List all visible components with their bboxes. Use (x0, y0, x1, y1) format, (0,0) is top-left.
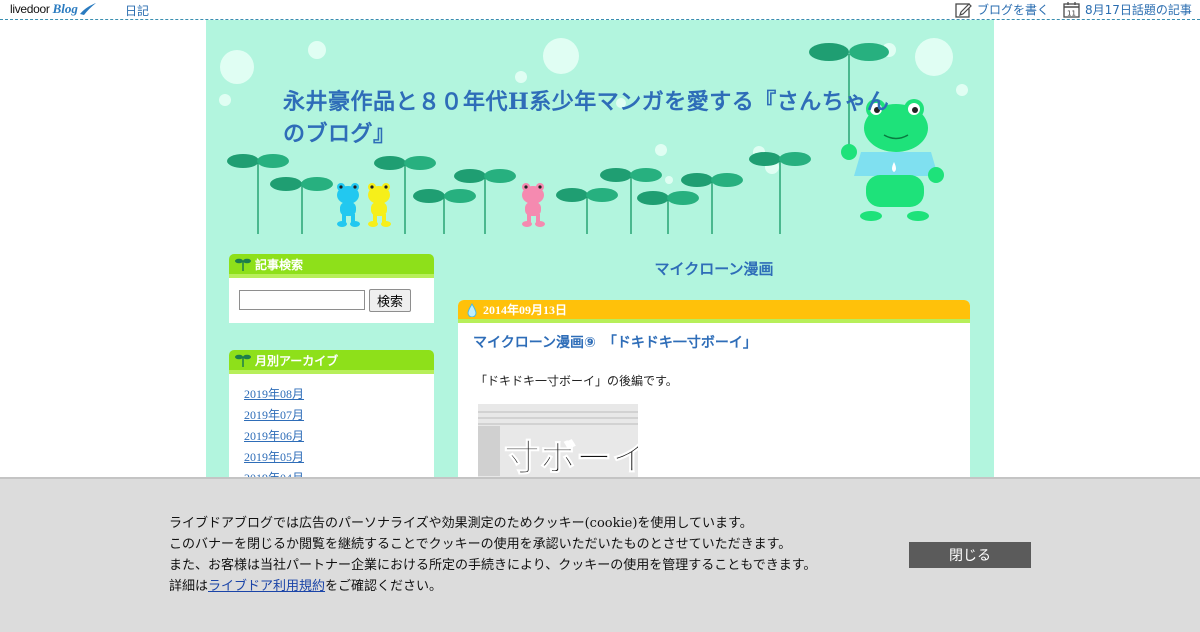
cookie-details-suffix: をご確認ください。 (325, 579, 443, 594)
logo-text: livedoor (10, 2, 50, 16)
search-widget: 記事検索 検索 (229, 254, 434, 323)
article-date-bar: 2014年09月13日 (458, 300, 970, 323)
terms-link[interactable]: ライブドア利用規約 (208, 579, 325, 594)
topic-articles-link[interactable]: 11 8月17日話題の記事 (1063, 1, 1192, 18)
nikki-link[interactable]: 日記 (125, 2, 149, 19)
sprout-icon (235, 258, 251, 271)
pencil-note-icon (955, 2, 972, 18)
manga-title-text: 寸ボーイ (504, 438, 638, 479)
archive-item[interactable]: 2019年08月 (244, 384, 434, 405)
archive-item[interactable]: 2019年07月 (244, 405, 434, 426)
article-date: 2014年09月13日 (483, 303, 568, 317)
sprout-icon (235, 354, 251, 367)
archive-widget-head: 月別アーカイブ (229, 350, 434, 374)
blog-title[interactable]: 永井豪作品と８０年代H系少年マンガを愛する『さんちゃんのブログ』 (283, 86, 893, 150)
cookie-line: また、お客様は当社パートナー企業における所定の手続きにより、クッキーの使用を管理… (169, 558, 817, 573)
write-blog-link[interactable]: ブログを書く (955, 1, 1049, 18)
logo-swoosh-icon (79, 3, 96, 15)
search-widget-body: 検索 (229, 278, 434, 323)
search-widget-title: 記事検索 (255, 258, 304, 272)
close-banner-button[interactable]: 閉じる (909, 542, 1031, 568)
cookie-line: ライブドアブログでは広告のパーソナライズや効果測定のためクッキー(cookie)… (169, 516, 753, 531)
calendar-day: 11 (1067, 10, 1076, 18)
article-text: 「ドキドキ一寸ボーイ」の後編です。 (475, 374, 678, 388)
category-title: マイクローン漫画 (654, 260, 774, 278)
blog-header: 永井豪作品と８０年代H系少年マンガを愛する『さんちゃんのブログ』 (206, 20, 994, 245)
article-title[interactable]: マイクローン漫画⑨ 「ドキドキ一寸ボーイ」 (473, 332, 970, 352)
cookie-details-prefix: 詳細は (169, 579, 209, 594)
search-button[interactable]: 検索 (369, 289, 411, 312)
archive-widget-title: 月別アーカイブ (255, 354, 339, 368)
archive-item[interactable]: 2019年05月 (244, 447, 434, 468)
cookie-text: ライブドアブログでは広告のパーソナライズや効果測定のためクッキー(cookie)… (169, 513, 889, 597)
search-widget-head: 記事検索 (229, 254, 434, 278)
livedoor-topbar: livedoor Blog 日記 ブログを書く 11 8月17日話題の記事 (0, 0, 1200, 20)
cookie-banner: ライブドアブログでは広告のパーソナライズや効果測定のためクッキー(cookie)… (0, 477, 1200, 632)
calendar-icon: 11 (1063, 2, 1080, 18)
cookie-line: このバナーを閉じるか閲覧を継続することでクッキーの使用を承認いただいたものとさせ… (169, 537, 792, 552)
blue-frog-icon (337, 183, 360, 227)
water-drop-icon (467, 303, 477, 317)
yellow-frog-icon (368, 183, 391, 227)
cookie-line: 詳細はライブドア利用規約をご確認ください。 (169, 576, 889, 597)
archive-item[interactable]: 2019年06月 (244, 426, 434, 447)
livedoor-blog-logo[interactable]: livedoor Blog (10, 1, 97, 17)
topic-articles-label: 8月17日話題の記事 (1085, 3, 1192, 17)
search-input[interactable] (239, 290, 365, 310)
write-blog-label: ブログを書く (977, 3, 1050, 17)
pink-frog-icon (522, 183, 545, 227)
logo-blog-text: Blog (52, 1, 78, 16)
